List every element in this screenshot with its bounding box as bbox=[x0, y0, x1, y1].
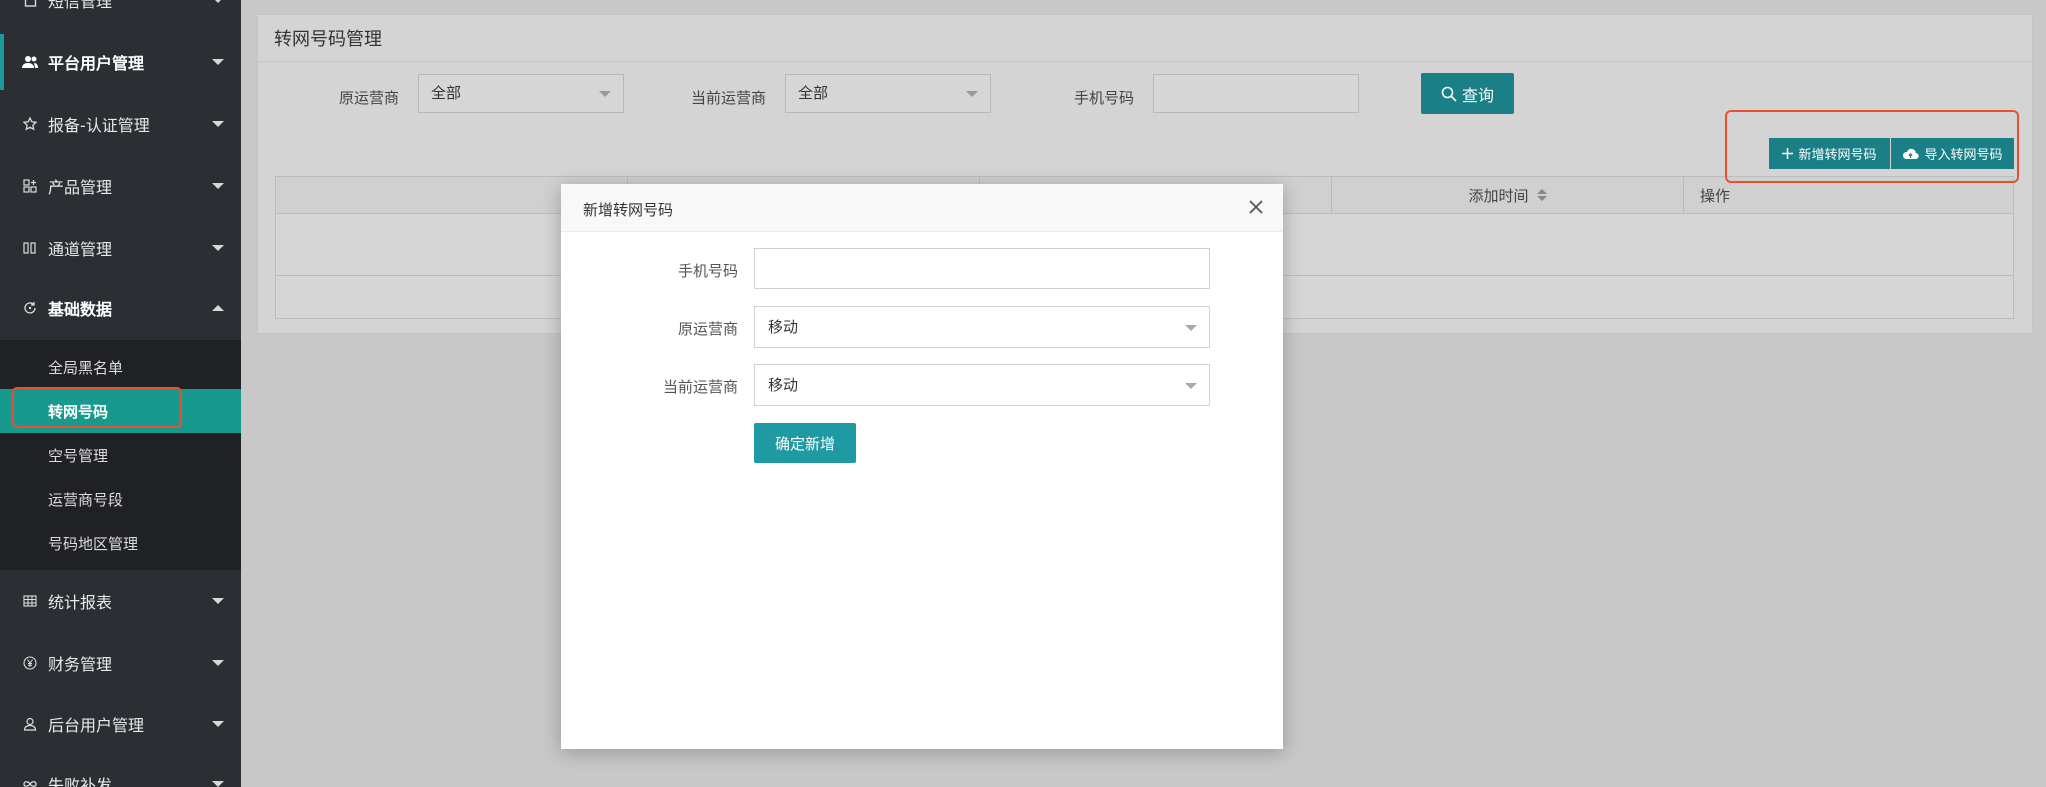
dialog-current-carrier-value: 移动 bbox=[768, 376, 799, 394]
chevron-down-icon bbox=[1185, 325, 1197, 331]
sidebar-item-label: 财务管理 bbox=[48, 655, 113, 674]
current-carrier-filter-select[interactable]: 全部 bbox=[785, 74, 991, 113]
sidebar-item-label: 平台用户管理 bbox=[48, 54, 145, 73]
current-carrier-filter-value: 全部 bbox=[798, 84, 829, 102]
sidebar-item-label: 失败补发 bbox=[48, 776, 113, 787]
phone-filter-label: 手机号码 bbox=[1074, 89, 1135, 107]
sidebar-item-finance[interactable]: 财务管理 bbox=[0, 635, 241, 691]
dialog-current-carrier-label: 当前运营商 bbox=[662, 378, 738, 396]
users-icon bbox=[21, 55, 39, 69]
chevron-down-icon bbox=[212, 781, 224, 787]
table-header-label: 添加时间 bbox=[1468, 186, 1529, 205]
sidebar-item-sms[interactable]: 短信管理 bbox=[0, 0, 241, 28]
dialog-original-carrier-label: 原运营商 bbox=[677, 320, 738, 338]
sidebar-item-label: 报备-认证管理 bbox=[48, 116, 150, 135]
chevron-down-icon bbox=[212, 721, 224, 727]
sidebar-item-label: 短信管理 bbox=[48, 0, 113, 11]
columns-icon bbox=[21, 242, 39, 254]
dialog-header: 新增转网号码 bbox=[561, 184, 1283, 232]
table-icon bbox=[21, 595, 39, 607]
dialog-original-carrier-value: 移动 bbox=[768, 318, 799, 336]
highlight-box-toolbar bbox=[1725, 110, 2019, 183]
sidebar-item-failed-resend[interactable]: 失败补发 bbox=[0, 756, 241, 787]
sidebar-item-label: 后台用户管理 bbox=[48, 716, 145, 735]
confirm-add-button[interactable]: 确定新增 bbox=[754, 423, 856, 463]
sidebar-item-basic-data[interactable]: 基础数据 bbox=[0, 280, 241, 336]
sidebar-item-label: 统计报表 bbox=[48, 593, 113, 612]
chevron-down-icon bbox=[1185, 383, 1197, 389]
search-button[interactable]: 查询 bbox=[1421, 73, 1514, 114]
chevron-down-icon bbox=[599, 91, 611, 97]
sidebar: 短信管理 平台用户管理 报备-认证管理 产品管理 通道管理 基础数据 全局黑名单… bbox=[0, 0, 241, 787]
search-icon bbox=[1441, 86, 1457, 102]
chevron-down-icon bbox=[966, 91, 978, 97]
dialog-phone-input[interactable] bbox=[754, 248, 1210, 289]
chevron-down-icon bbox=[212, 0, 224, 3]
refresh-icon bbox=[21, 301, 39, 315]
chevron-down-icon bbox=[212, 660, 224, 666]
dialog-phone-label: 手机号码 bbox=[677, 262, 738, 280]
sidebar-item-products[interactable]: 产品管理 bbox=[0, 158, 241, 214]
chevron-up-icon bbox=[212, 305, 224, 311]
sidebar-item-admin-users[interactable]: 后台用户管理 bbox=[0, 696, 241, 752]
sidebar-item-channels[interactable]: 通道管理 bbox=[0, 220, 241, 276]
submenu-item-empty-numbers[interactable]: 空号管理 bbox=[0, 433, 241, 477]
chevron-down-icon bbox=[212, 121, 224, 127]
chevron-down-icon bbox=[212, 183, 224, 189]
current-carrier-filter-label: 当前运营商 bbox=[691, 89, 767, 107]
chevron-down-icon bbox=[212, 598, 224, 604]
submenu-item-global-blacklist[interactable]: 全局黑名单 bbox=[0, 345, 241, 389]
dialog-original-carrier-select[interactable]: 移动 bbox=[754, 306, 1210, 348]
highlight-box-sidebar bbox=[12, 387, 182, 428]
original-carrier-filter-label: 原运营商 bbox=[339, 89, 400, 107]
submenu-basic-data: 全局黑名单 转网号码 空号管理 运营商号段 号码地区管理 bbox=[0, 340, 241, 570]
star-icon bbox=[21, 117, 39, 131]
chevron-down-icon bbox=[212, 59, 224, 65]
add-ported-number-dialog: 新增转网号码 手机号码 原运营商 移动 当前运营商 移动 确定新增 bbox=[561, 184, 1283, 749]
search-button-label: 查询 bbox=[1461, 85, 1494, 105]
sidebar-item-label: 基础数据 bbox=[48, 300, 113, 319]
sidebar-item-label: 产品管理 bbox=[48, 178, 113, 197]
dialog-title: 新增转网号码 bbox=[583, 201, 674, 219]
document-icon bbox=[21, 0, 39, 7]
sidebar-item-reports[interactable]: 统计报表 bbox=[0, 573, 241, 629]
table-header-added-time[interactable]: 添加时间 bbox=[1332, 177, 1684, 213]
submenu-item-carrier-segments[interactable]: 运营商号段 bbox=[0, 477, 241, 521]
grid-plus-icon bbox=[21, 179, 39, 193]
page-title: 转网号码管理 bbox=[274, 29, 382, 50]
original-carrier-filter-value: 全部 bbox=[431, 84, 462, 102]
submenu-item-number-region[interactable]: 号码地区管理 bbox=[0, 521, 241, 565]
sidebar-item-report-auth[interactable]: 报备-认证管理 bbox=[0, 96, 241, 152]
yen-icon bbox=[21, 656, 39, 670]
chevron-down-icon bbox=[212, 245, 224, 251]
dialog-current-carrier-select[interactable]: 移动 bbox=[754, 364, 1210, 406]
sort-icon bbox=[1536, 189, 1547, 201]
title-divider bbox=[258, 61, 2032, 62]
user-icon bbox=[21, 717, 39, 731]
infinity-icon bbox=[21, 779, 39, 787]
phone-filter-input[interactable] bbox=[1153, 74, 1359, 113]
original-carrier-filter-select[interactable]: 全部 bbox=[418, 74, 624, 113]
sidebar-item-label: 通道管理 bbox=[48, 240, 113, 259]
sidebar-item-platform-users[interactable]: 平台用户管理 bbox=[0, 34, 241, 90]
close-icon[interactable] bbox=[1247, 198, 1265, 216]
